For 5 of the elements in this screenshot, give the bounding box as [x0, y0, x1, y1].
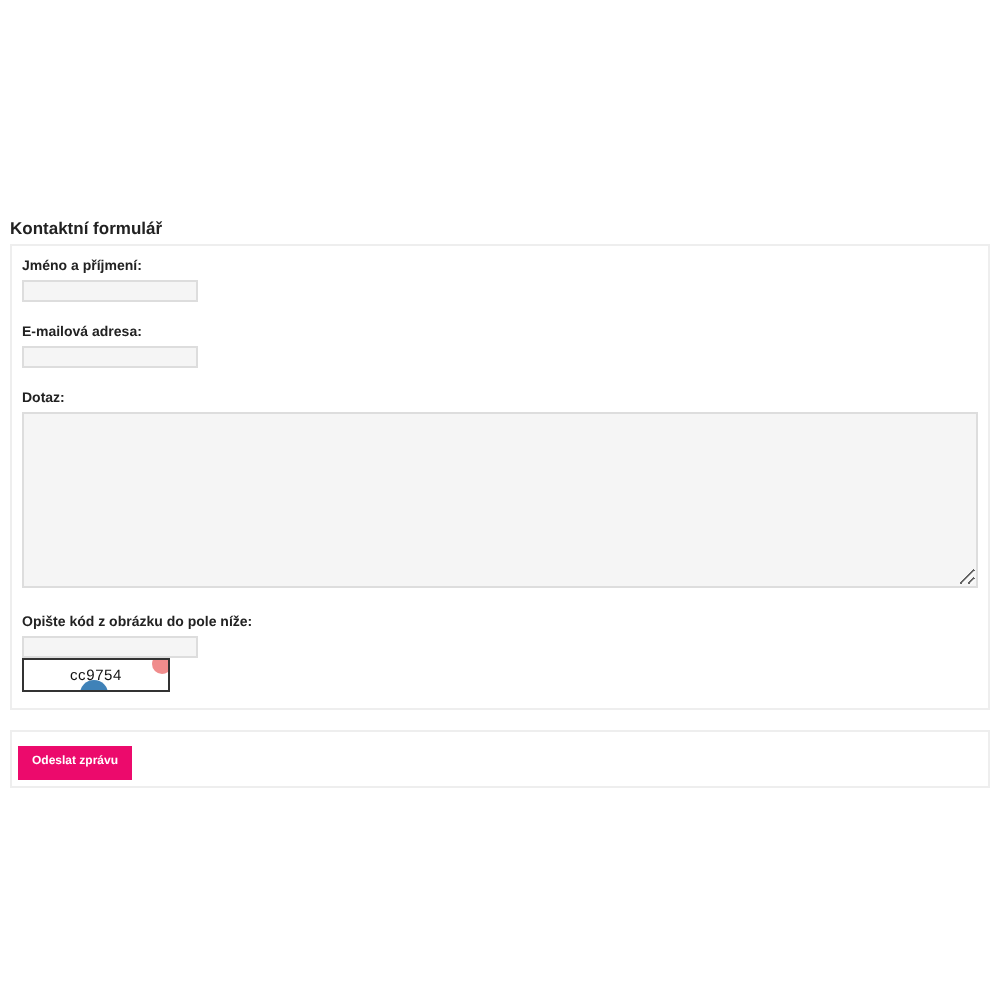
input-field[interactable]	[22, 636, 198, 658]
textarea-field[interactable]	[22, 412, 978, 588]
input-field[interactable]	[22, 280, 198, 302]
form-title: Kontaktní formulář	[10, 218, 165, 238]
input-field[interactable]	[22, 346, 198, 368]
